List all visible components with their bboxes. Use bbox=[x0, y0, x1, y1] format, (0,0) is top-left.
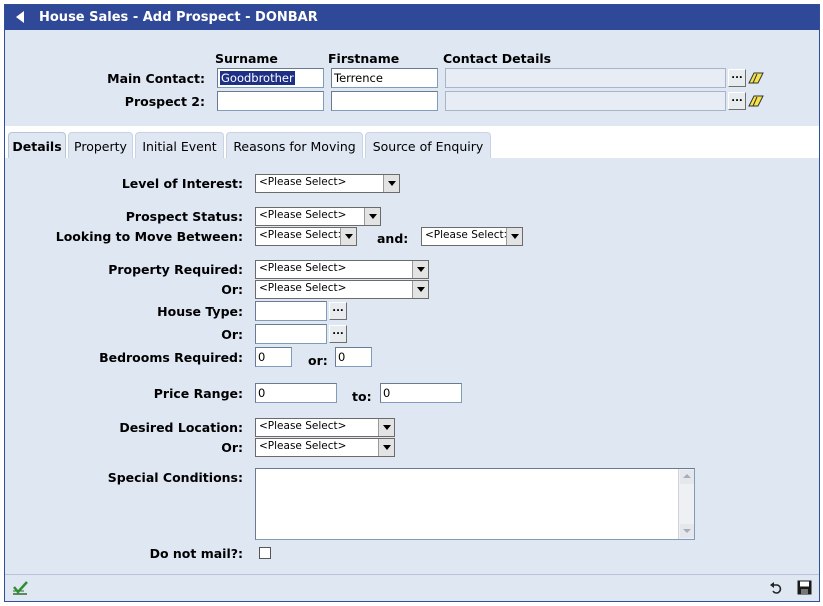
prospect-2-firstname-input[interactable] bbox=[331, 91, 438, 111]
tab-details[interactable]: Details bbox=[8, 132, 66, 159]
prospect-2-lookup-button[interactable]: ... bbox=[728, 92, 746, 110]
property-required-alt-select[interactable]: <Please Select> bbox=[255, 280, 429, 299]
house-type-input[interactable] bbox=[255, 301, 327, 321]
surname-column-header: Surname bbox=[215, 51, 278, 66]
prospect-window: House Sales - Add Prospect - DONBAR Surn… bbox=[4, 4, 820, 602]
chevron-down-icon bbox=[506, 228, 522, 245]
chevron-down-icon bbox=[378, 439, 394, 456]
main-contact-firstname-input[interactable]: Terrence bbox=[331, 68, 438, 88]
footer-toolbar bbox=[5, 574, 819, 601]
prospect-2-surname-input[interactable] bbox=[217, 91, 324, 111]
eraser-icon[interactable] bbox=[748, 95, 764, 107]
do-not-mail-checkbox[interactable] bbox=[259, 547, 271, 559]
desired-location-or-label: Or: bbox=[221, 440, 243, 455]
special-conditions-textarea[interactable] bbox=[255, 468, 695, 540]
scroll-down-icon[interactable] bbox=[680, 524, 694, 538]
level-of-interest-select[interactable]: <Please Select> bbox=[255, 174, 400, 193]
house-type-or-label: Or: bbox=[221, 327, 243, 342]
scroll-up-icon[interactable] bbox=[680, 470, 694, 484]
and-label: and: bbox=[377, 231, 409, 246]
desired-location-alt-select[interactable]: <Please Select> bbox=[255, 438, 395, 457]
desired-location-select[interactable]: <Please Select> bbox=[255, 418, 395, 437]
property-required-label: Property Required: bbox=[108, 262, 243, 277]
bedrooms-max-input[interactable]: 0 bbox=[335, 347, 372, 367]
tab-reasons-for-moving[interactable]: Reasons for Moving bbox=[226, 132, 363, 159]
main-contact-lookup-button[interactable]: ... bbox=[728, 69, 746, 87]
window-title: House Sales - Add Prospect - DONBAR bbox=[39, 10, 318, 25]
special-conditions-label: Special Conditions: bbox=[107, 470, 243, 485]
house-type-lookup-button[interactable]: ... bbox=[329, 302, 347, 320]
contact-details-column-header: Contact Details bbox=[443, 51, 552, 66]
textarea-scrollbar[interactable] bbox=[678, 469, 694, 539]
eraser-icon[interactable] bbox=[748, 72, 764, 84]
chevron-down-icon bbox=[364, 208, 380, 225]
chevron-down-icon bbox=[340, 228, 356, 245]
contacts-panel: Surname Firstname Contact Details Main C… bbox=[5, 30, 819, 126]
prospect-status-label: Prospect Status: bbox=[125, 209, 243, 224]
tab-strip: Details Property Initial Event Reasons f… bbox=[5, 126, 819, 159]
firstname-column-header: Firstname bbox=[328, 51, 400, 66]
prospect-2-details-field bbox=[445, 91, 726, 111]
details-panel: Level of Interest: <Please Select> Prosp… bbox=[5, 158, 819, 574]
move-between-start-select[interactable]: <Please Select> bbox=[255, 227, 357, 246]
do-not-mail-label: Do not mail?: bbox=[149, 546, 243, 561]
chevron-down-icon bbox=[412, 261, 428, 278]
looking-to-move-label: Looking to Move Between: bbox=[55, 229, 243, 244]
desired-location-label: Desired Location: bbox=[119, 420, 243, 435]
tab-property[interactable]: Property bbox=[68, 132, 133, 159]
house-type-label: House Type: bbox=[157, 304, 243, 319]
checkmark-icon[interactable] bbox=[11, 580, 29, 596]
undo-icon[interactable] bbox=[769, 581, 783, 595]
tab-source-of-enquiry[interactable]: Source of Enquiry bbox=[365, 132, 491, 159]
bedrooms-required-label: Bedrooms Required: bbox=[99, 350, 243, 365]
tab-initial-event[interactable]: Initial Event bbox=[135, 132, 224, 159]
property-required-or-label: Or: bbox=[221, 282, 243, 297]
price-to-label: to: bbox=[352, 389, 372, 404]
bedrooms-min-input[interactable]: 0 bbox=[255, 347, 292, 367]
price-range-label: Price Range: bbox=[153, 386, 243, 401]
title-bar: House Sales - Add Prospect - DONBAR bbox=[5, 5, 819, 30]
bedrooms-or-label: or: bbox=[308, 353, 328, 368]
chevron-down-icon bbox=[378, 419, 394, 436]
price-min-input[interactable]: 0 bbox=[255, 383, 337, 403]
property-required-select[interactable]: <Please Select> bbox=[255, 260, 429, 279]
chevron-down-icon bbox=[383, 175, 399, 192]
level-of-interest-label: Level of Interest: bbox=[121, 176, 243, 191]
price-max-input[interactable]: 0 bbox=[380, 383, 462, 403]
house-type-alt-lookup-button[interactable]: ... bbox=[329, 325, 347, 343]
main-contact-surname-input[interactable]: Goodbrother bbox=[217, 68, 324, 88]
back-arrow-icon[interactable] bbox=[13, 9, 27, 25]
main-contact-label: Main Contact: bbox=[107, 71, 205, 86]
main-contact-details-field bbox=[445, 68, 726, 88]
move-between-end-select[interactable]: <Please Select> bbox=[421, 227, 523, 246]
save-disk-icon[interactable] bbox=[797, 580, 812, 595]
chevron-down-icon bbox=[412, 281, 428, 298]
prospect-2-label: Prospect 2: bbox=[124, 94, 205, 109]
prospect-status-select[interactable]: <Please Select> bbox=[255, 207, 381, 226]
house-type-alt-input[interactable] bbox=[255, 324, 327, 344]
